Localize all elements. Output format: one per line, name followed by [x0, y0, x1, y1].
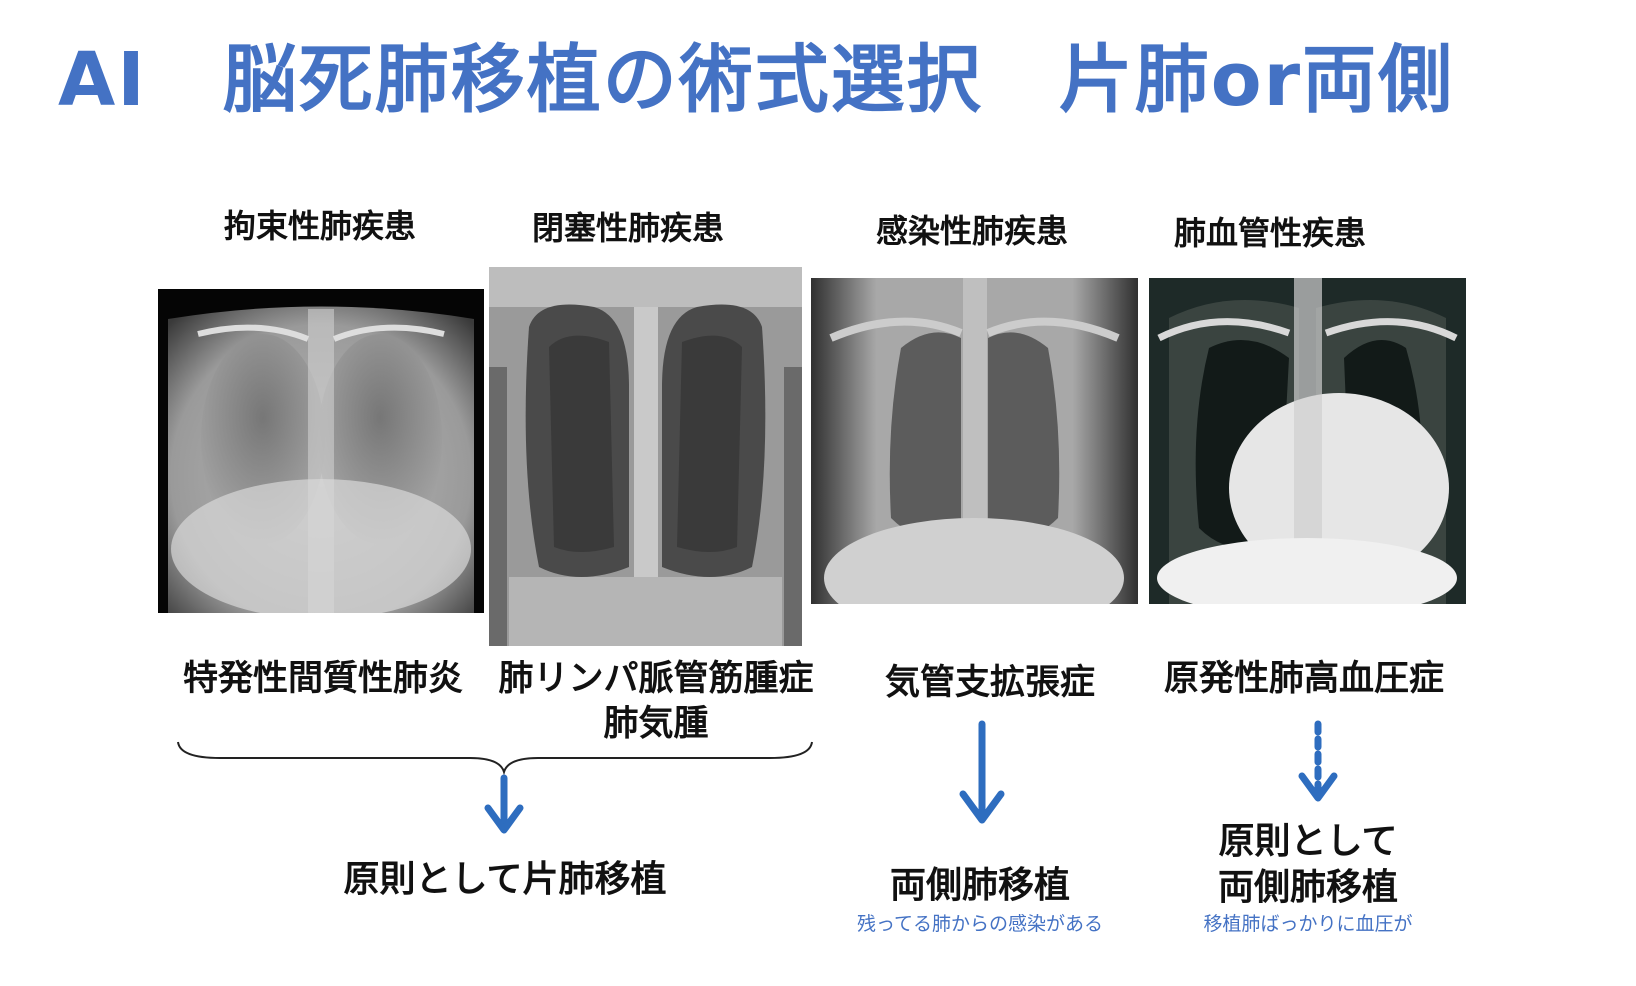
grouping-brace [177, 741, 813, 776]
arrow-down-icon [484, 774, 524, 834]
note-blood-pressure: 移植肺ばっかりに血圧が [1203, 913, 1413, 935]
result-single-lung: 原則として片肺移植 [343, 859, 667, 900]
note-infection: 残ってる肺からの感染がある [856, 913, 1104, 935]
dashed-arrow-down-icon [1298, 720, 1338, 802]
result-vascular-line2: 両側肺移植 [1217, 867, 1398, 908]
result-bilateral: 両側肺移植 [889, 865, 1070, 906]
result-vascular-line1: 原則として [1218, 821, 1398, 862]
arrow-down-icon [959, 720, 1005, 824]
